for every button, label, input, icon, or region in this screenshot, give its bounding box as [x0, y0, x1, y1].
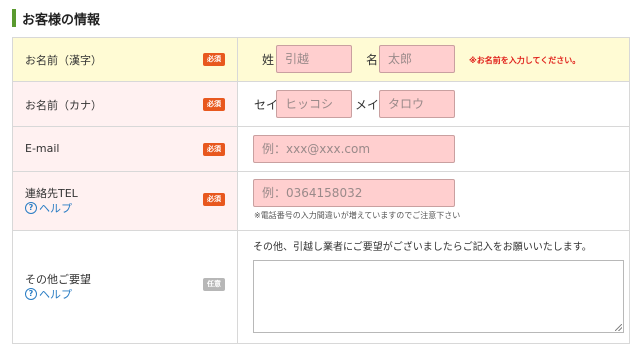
- field-label: お名前（カナ）: [25, 99, 102, 112]
- help-question-icon: ?: [25, 288, 37, 300]
- customer-info-form: お名前（漢字） 必須 姓 引越 名 太郎 ※お名前を入力してください。 お名前（…: [12, 37, 630, 344]
- tel-note: ※電話番号の入力間違いが増えていますのでご注意下さい: [254, 211, 461, 220]
- row-name-kanji: お名前（漢字） 必須 姓 引越 名 太郎 ※お名前を入力してください。: [12, 38, 630, 82]
- field-label: お名前（漢字）: [25, 54, 102, 67]
- help-link[interactable]: ? ヘルプ: [25, 286, 72, 302]
- field-label: E-mail: [25, 142, 60, 155]
- email-input[interactable]: 例：xxx@xxx.com: [253, 135, 455, 163]
- value-cell: その他、引越し業者にご要望がございましたらご記入をお願いいたします。: [238, 231, 629, 343]
- tel-input[interactable]: 例：0364158032: [253, 179, 455, 207]
- row-other-requests: その他ご要望 ? ヘルプ 任意 その他、引越し業者にご要望がございましたらご記入…: [12, 231, 630, 344]
- field-label: 連絡先TEL: [25, 187, 78, 200]
- request-textarea[interactable]: [253, 260, 624, 333]
- last-name-prefix: 姓: [262, 53, 275, 67]
- help-question-icon: ?: [25, 202, 37, 214]
- last-name-kana-prefix: セイ: [254, 98, 279, 112]
- first-name-input[interactable]: 太郎: [379, 45, 455, 73]
- first-name-prefix: 名: [366, 53, 379, 67]
- section-header: お客様の情報: [12, 8, 100, 28]
- row-email: E-mail 必須 例：xxx@xxx.com: [12, 127, 630, 172]
- request-description: その他、引越し業者にご要望がございましたらご記入をお願いいたします。: [253, 242, 592, 253]
- label-cell: その他ご要望 ? ヘルプ 任意: [13, 231, 238, 343]
- label-cell: お名前（漢字） 必須: [13, 38, 238, 81]
- label-cell: E-mail 必須: [13, 127, 238, 171]
- required-badge: 必須: [203, 143, 225, 156]
- required-badge: 必須: [203, 98, 225, 111]
- value-cell: 例：0364158032 ※電話番号の入力間違いが増えていますのでご注意下さい: [238, 172, 629, 230]
- help-link-label: ヘルプ: [39, 202, 72, 215]
- optional-badge: 任意: [203, 278, 225, 291]
- resize-grip-icon[interactable]: [615, 324, 622, 331]
- section-title: お客様の情報: [22, 12, 101, 28]
- help-link-label: ヘルプ: [39, 288, 72, 301]
- required-badge: 必須: [203, 193, 225, 206]
- section-accent-bar: [12, 9, 16, 27]
- last-name-kana-input[interactable]: ヒッコシ: [276, 90, 352, 118]
- row-tel: 連絡先TEL ? ヘルプ 必須 例：0364158032 ※電話番号の入力間違い…: [12, 172, 630, 231]
- value-cell: 姓 引越 名 太郎 ※お名前を入力してください。: [238, 38, 629, 81]
- first-name-kana-prefix: メイ: [355, 98, 380, 112]
- help-link[interactable]: ? ヘルプ: [25, 200, 72, 216]
- label-cell: 連絡先TEL ? ヘルプ 必須: [13, 172, 238, 230]
- required-badge: 必須: [203, 53, 225, 66]
- last-name-input[interactable]: 引越: [276, 45, 352, 73]
- label-cell: お名前（カナ） 必須: [13, 82, 238, 126]
- first-name-kana-input[interactable]: タロウ: [379, 90, 455, 118]
- field-label: その他ご要望: [25, 273, 91, 286]
- value-cell: 例：xxx@xxx.com: [238, 127, 629, 171]
- row-name-kana: お名前（カナ） 必須 セイ ヒッコシ メイ タロウ: [12, 82, 630, 127]
- value-cell: セイ ヒッコシ メイ タロウ: [238, 82, 629, 126]
- name-error-message: ※お名前を入力してください。: [469, 56, 581, 65]
